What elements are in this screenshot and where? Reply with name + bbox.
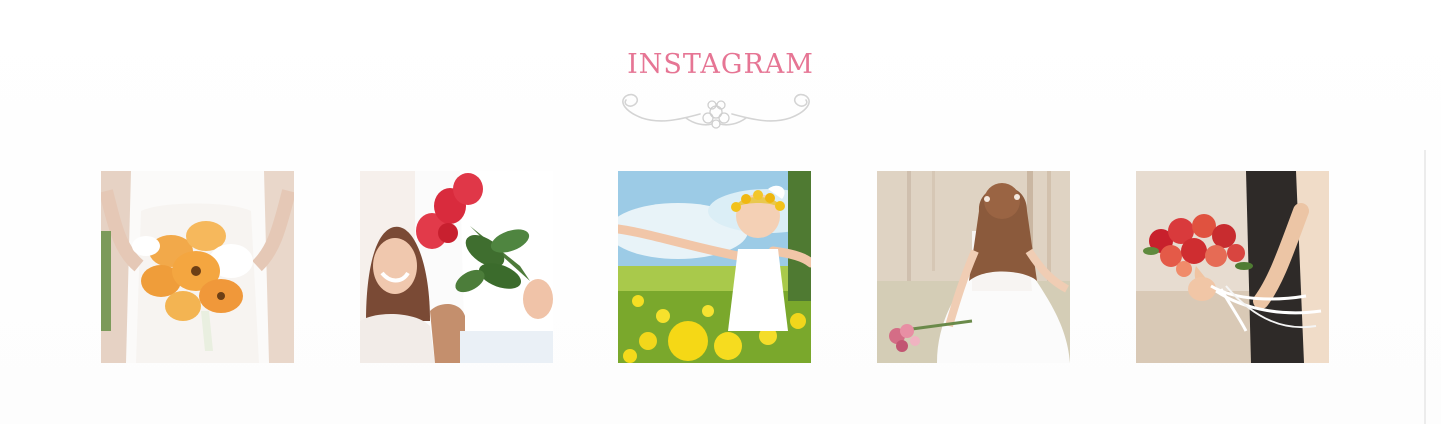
bride-dress-image xyxy=(877,171,1070,363)
red-bouquet-image xyxy=(1136,171,1329,363)
instagram-photo[interactable] xyxy=(360,171,553,363)
instagram-photo[interactable] xyxy=(1136,171,1329,363)
instagram-section: INSTAGRAM xyxy=(0,0,1441,424)
bride-bouquet-image xyxy=(101,171,294,363)
instagram-photo[interactable] xyxy=(618,171,811,363)
instagram-photo[interactable] xyxy=(101,171,294,363)
roses-couple-image xyxy=(360,171,553,363)
instagram-gallery xyxy=(0,0,1441,424)
instagram-photo[interactable] xyxy=(877,171,1070,363)
girl-field-image xyxy=(618,171,811,363)
